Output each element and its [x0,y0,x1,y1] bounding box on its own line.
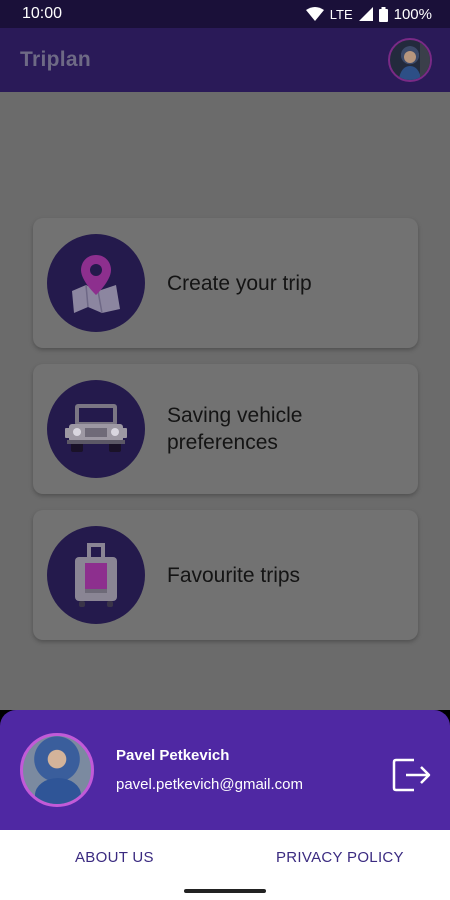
footer-links: ABOUT US PRIVACY POLICY [0,830,450,882]
about-us-link[interactable]: ABOUT US [75,849,154,866]
system-nav-bar [0,882,450,900]
logout-button[interactable] [392,758,432,797]
app-bar: Triplan [0,28,450,92]
vehicle-preferences-text-line2: preferences [167,431,278,454]
create-trip-card[interactable]: Create your trip [33,218,418,348]
create-trip-text: Create your trip [167,271,312,295]
user-name: Pavel Petkevich [116,747,230,764]
status-time: 10:00 [22,5,63,22]
favourite-trips-label: Favourite trips [167,562,300,589]
main-content: Create your trip Saving vehicle preferen… [0,92,450,710]
status-bar: 10:00 LTE 100% [0,0,450,28]
app-title: Triplan [20,48,91,71]
user-avatar [20,733,94,807]
status-indicators: LTE 100% [305,5,432,23]
user-email: pavel.petkevich@gmail.com [116,776,303,793]
vehicle-preferences-card[interactable]: Saving vehicle preferences [33,364,418,494]
map-pin-icon [47,234,145,332]
user-profile-sheet: Pavel Petkevich pavel.petkevich@gmail.co… [0,710,450,830]
home-gesture-handle[interactable] [184,889,266,893]
battery-level: 100% [393,5,432,23]
battery-icon [378,6,388,22]
favourite-trips-text: Favourite trips [167,563,301,587]
jeep-icon [47,380,145,478]
network-label: LTE [329,6,353,22]
vehicle-preferences-label: Saving vehicle preferences [167,402,302,456]
logout-icon [392,758,431,792]
signal-icon [358,7,373,21]
suitcase-icon [47,526,145,624]
favourite-trips-card[interactable]: Favourite trips [33,510,418,640]
privacy-policy-link[interactable]: PRIVACY POLICY [276,849,404,866]
user-info: Pavel Petkevich pavel.petkevich@gmail.co… [116,747,303,793]
vehicle-preferences-text-line1: Saving vehicle [167,404,303,427]
avatar-shoulders [35,778,81,804]
avatar-image [398,40,430,80]
create-trip-label: Create your trip [167,270,312,297]
profile-avatar-button[interactable] [388,38,432,82]
wifi-icon [305,7,324,21]
